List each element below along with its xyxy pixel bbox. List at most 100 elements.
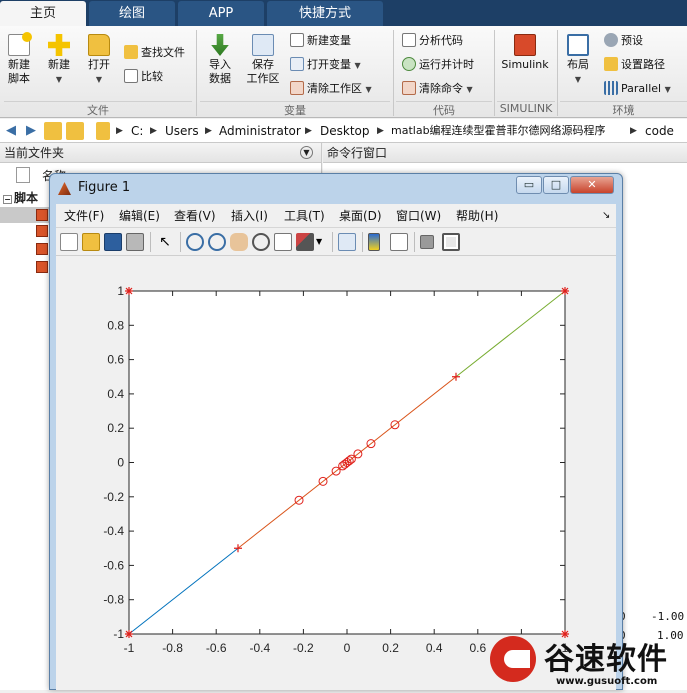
- parallel-button[interactable]: Parallel ▼: [604, 80, 671, 98]
- save-icon[interactable]: [104, 233, 122, 251]
- open-variable-button[interactable]: 打开变量 ▼: [290, 56, 361, 74]
- clear-workspace-button[interactable]: 清除工作区 ▼: [290, 80, 372, 98]
- code-group-label: 代码: [433, 104, 455, 117]
- link-plot-icon[interactable]: [338, 233, 356, 251]
- menu-file[interactable]: 文件(F): [64, 207, 104, 225]
- clear-commands-dropdown-icon[interactable]: ▼: [467, 85, 473, 94]
- menu-window[interactable]: 窗口(W): [396, 207, 441, 225]
- tab-shortcuts[interactable]: 快捷方式: [267, 1, 383, 26]
- close-button[interactable]: ✕: [570, 176, 614, 194]
- tab-home[interactable]: 主页: [0, 1, 86, 26]
- path-segment[interactable]: C:: [131, 123, 143, 139]
- pan-hand-icon[interactable]: [230, 233, 248, 251]
- menu-edit[interactable]: 编辑(E): [119, 207, 160, 225]
- star-marker: [125, 630, 133, 638]
- path-segment[interactable]: matlab编程连续型霍普菲尔德网络源码程序: [391, 123, 606, 139]
- analyze-code-button[interactable]: 分析代码: [402, 32, 463, 50]
- path-segment[interactable]: Desktop: [320, 123, 370, 139]
- mfile-icon[interactable]: [36, 243, 48, 255]
- new-script-label: 新建 脚本: [8, 58, 30, 85]
- maximize-button[interactable]: □: [543, 176, 569, 194]
- new-dropdown-icon[interactable]: ▼: [56, 75, 62, 84]
- figure-title: Figure 1: [78, 180, 131, 195]
- save-workspace-button[interactable]: 保存 工作区: [243, 34, 283, 86]
- y-tick-label: -1: [113, 627, 124, 641]
- layout-button[interactable]: 布局 ▼: [562, 34, 594, 87]
- parallel-icon: [604, 81, 618, 95]
- path-segment[interactable]: Administrator: [219, 123, 301, 139]
- x-tick-label: 0.4: [426, 641, 443, 655]
- browse-folder-icon[interactable]: [66, 122, 84, 140]
- colorbar-icon[interactable]: [368, 233, 380, 251]
- import-data-button[interactable]: 导入 数据: [203, 34, 237, 86]
- clear-workspace-dropdown-icon[interactable]: ▼: [366, 85, 372, 94]
- scripts-group[interactable]: − 脚本: [0, 189, 50, 207]
- open-button[interactable]: 打开 ▼: [82, 34, 116, 87]
- y-tick-label: 0.4: [107, 387, 124, 401]
- mfile-icon[interactable]: [36, 225, 48, 237]
- brush-dropdown-icon[interactable]: ▼: [316, 233, 326, 251]
- parallel-dropdown-icon[interactable]: ▼: [665, 85, 671, 94]
- tab-plots[interactable]: 绘图: [89, 1, 175, 26]
- legend-icon[interactable]: [390, 233, 408, 251]
- hide-plot-tools-icon[interactable]: [420, 235, 434, 249]
- y-tick-label: -0.8: [103, 593, 124, 607]
- plot-axes[interactable]: -1 -0.8 -0.6 -0.4 -0.2 0 0.2 0.4 0.6 0.8 1 -1 -0.8 -0…: [56, 256, 616, 690]
- run-and-time-button[interactable]: 运行并计时: [402, 56, 474, 74]
- current-folder-header: 当前文件夹 ▼: [0, 143, 321, 163]
- open-variable-dropdown-icon[interactable]: ▼: [355, 61, 361, 70]
- star-marker: [561, 287, 569, 295]
- parallel-label: Parallel: [621, 82, 662, 95]
- zoom-in-icon[interactable]: [186, 233, 204, 251]
- pointer-icon[interactable]: ↖: [156, 233, 174, 251]
- up-folder-icon[interactable]: [44, 122, 62, 140]
- simulink-label: Simulink: [501, 58, 549, 71]
- data-cursor-icon[interactable]: [274, 233, 292, 251]
- collapse-icon[interactable]: −: [3, 195, 12, 204]
- show-plot-tools-icon[interactable]: [442, 233, 460, 251]
- layout-icon: [567, 34, 589, 56]
- menu-help[interactable]: 帮助(H): [456, 207, 498, 225]
- preferences-button[interactable]: 预设: [604, 32, 643, 50]
- new-script-button[interactable]: 新建 脚本: [4, 32, 34, 86]
- brand-logo-icon: [490, 636, 536, 682]
- tab-apps[interactable]: APP: [178, 1, 264, 26]
- set-path-button[interactable]: 设置路径: [604, 56, 665, 74]
- file-group-label: 文件: [87, 104, 109, 117]
- menu-view[interactable]: 查看(V): [174, 207, 216, 225]
- path-segment[interactable]: Users: [165, 123, 199, 139]
- print-icon[interactable]: [126, 233, 144, 251]
- root-folder-icon: [96, 122, 110, 140]
- simulink-button[interactable]: Simulink: [498, 34, 552, 72]
- list-item[interactable]: [0, 207, 50, 223]
- menu-insert[interactable]: 插入(I): [231, 207, 268, 225]
- set-path-folder-icon: [604, 57, 618, 71]
- brush-icon[interactable]: [296, 233, 314, 251]
- new-variable-button[interactable]: 新建变量: [290, 32, 351, 50]
- open-file-icon[interactable]: [82, 233, 100, 251]
- file-icon: [16, 167, 30, 183]
- new-figure-icon[interactable]: [60, 233, 78, 251]
- layout-dropdown-icon[interactable]: ▼: [575, 75, 581, 84]
- figure-toolbar: ↖ ▼: [56, 228, 616, 256]
- x-tick-label: -0.2: [293, 641, 314, 655]
- forward-arrow-icon[interactable]: ▶: [22, 122, 40, 140]
- brand-url: www.gusuoft.com: [556, 676, 658, 687]
- new-button[interactable]: 新建 ▼: [42, 34, 76, 87]
- gear-icon: [604, 33, 618, 47]
- open-dropdown-icon[interactable]: ▼: [96, 75, 102, 84]
- open-variable-icon: [290, 57, 304, 71]
- rotate-3d-icon[interactable]: [252, 233, 270, 251]
- minimize-button[interactable]: ▭: [516, 176, 542, 194]
- mfile-icon[interactable]: [36, 261, 48, 273]
- path-segment[interactable]: code: [645, 123, 674, 139]
- clear-commands-button[interactable]: 清除命令 ▼: [402, 80, 473, 98]
- zoom-out-icon[interactable]: [208, 233, 226, 251]
- dock-arrow-icon[interactable]: ↘: [602, 207, 610, 225]
- compare-button[interactable]: 比较: [124, 68, 163, 86]
- menu-tools[interactable]: 工具(T): [284, 207, 325, 225]
- panel-menu-icon[interactable]: ▼: [300, 146, 313, 159]
- back-arrow-icon[interactable]: ◀: [2, 122, 20, 140]
- menu-desktop[interactable]: 桌面(D): [339, 207, 382, 225]
- find-files-button[interactable]: 查找文件: [124, 44, 185, 62]
